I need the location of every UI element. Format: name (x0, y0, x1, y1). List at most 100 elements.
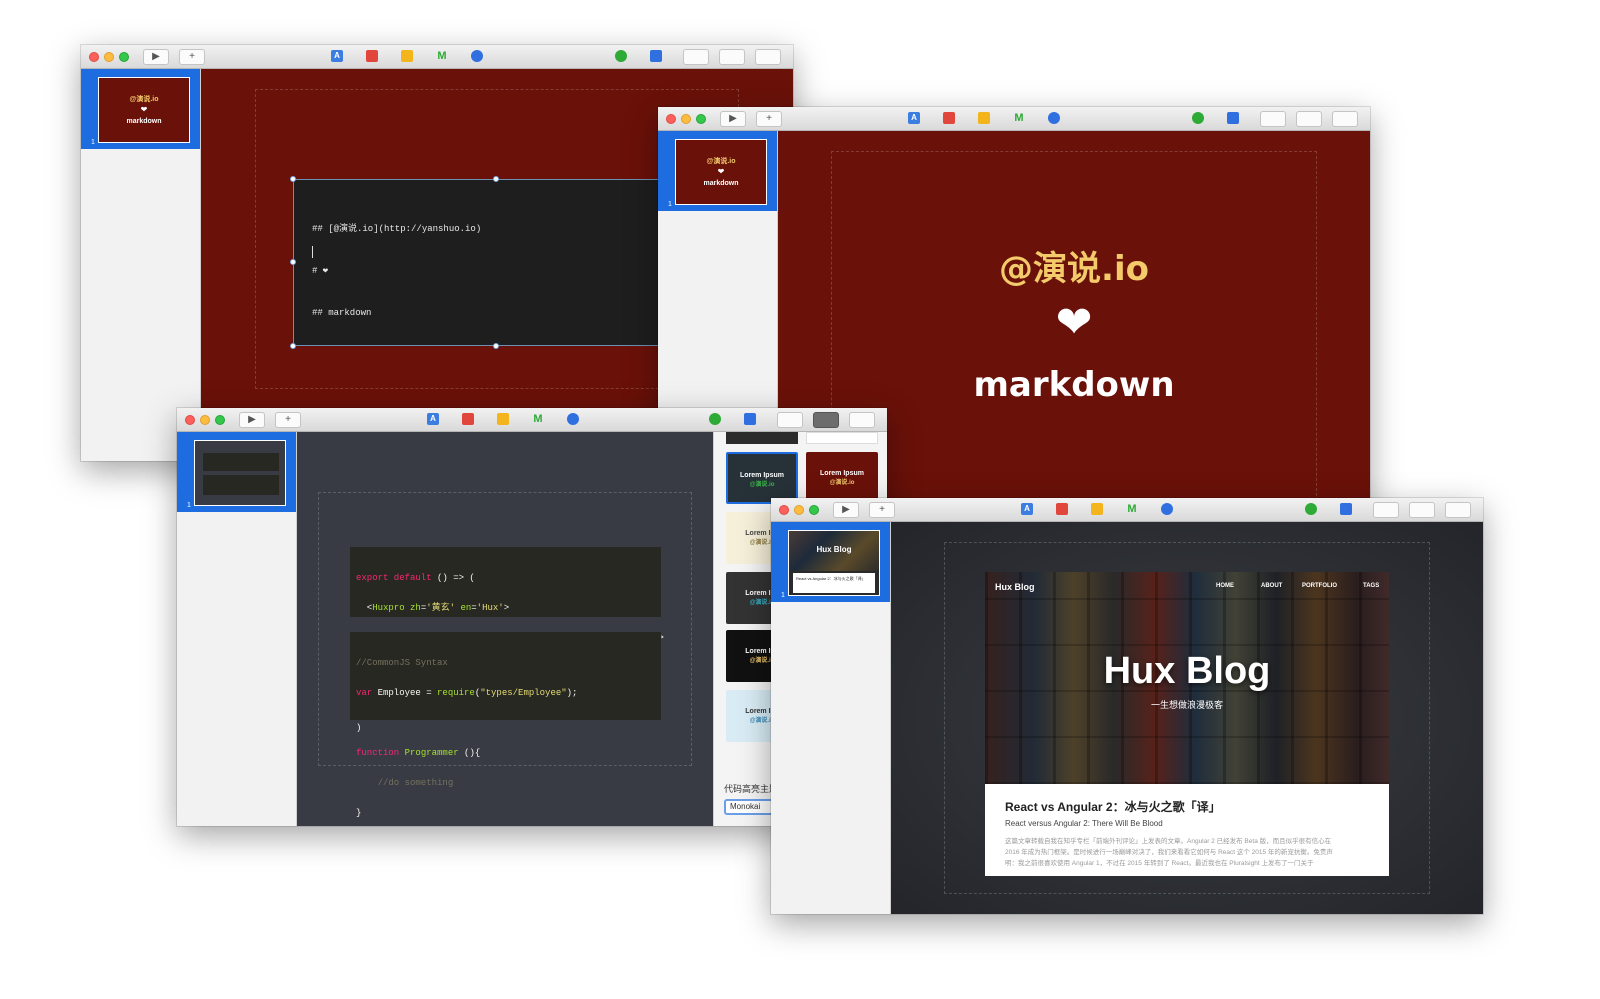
insert-text-icon[interactable]: A (1021, 503, 1033, 515)
duplicate-icon[interactable] (719, 49, 745, 65)
user-icon[interactable] (615, 50, 627, 62)
insert-shape-icon[interactable] (978, 112, 990, 124)
nav-about[interactable]: ABOUT (1261, 583, 1282, 589)
slide-title: @演说.io (999, 249, 1149, 289)
insert-link-icon[interactable] (1048, 112, 1060, 124)
minimize-button[interactable] (794, 505, 804, 515)
slide-thumb (194, 440, 286, 506)
insert-shape-icon[interactable] (497, 413, 509, 425)
titlebar: ▶ + A M (771, 498, 1483, 522)
insert-image-icon[interactable] (462, 413, 474, 425)
nav-home[interactable]: HOME (1216, 583, 1234, 589)
plus-icon: + (189, 51, 195, 62)
add-slide-button[interactable]: + (869, 502, 895, 518)
play-button[interactable]: ▶ (143, 49, 169, 65)
insert-markdown-icon[interactable]: M (1126, 503, 1138, 515)
close-button[interactable] (89, 52, 99, 62)
present-icon[interactable] (849, 412, 875, 428)
wrench-icon[interactable] (650, 50, 662, 62)
export-icon[interactable] (777, 412, 803, 428)
add-slide-button[interactable]: + (275, 412, 301, 428)
editor-content[interactable]: ## [@演说.io](http://yanshuo.io) # ❤ ## ma… (312, 194, 481, 348)
heart-icon: ❤ (1055, 298, 1093, 347)
theme-card[interactable]: Lorem Ipsum @演说.io (806, 452, 878, 504)
theme-card-partial[interactable] (806, 432, 878, 444)
user-icon[interactable] (1192, 112, 1204, 124)
zoom-button[interactable] (809, 505, 819, 515)
slide-sidebar: Hux Blog React vs Angular 2：冰与火之歌「译」 1 (771, 522, 891, 914)
nav-portfolio[interactable]: PORTFOLIO (1302, 583, 1337, 589)
insert-image-icon[interactable] (943, 112, 955, 124)
slide-thumb-selected[interactable]: 1 (177, 432, 296, 512)
play-button[interactable]: ▶ (239, 412, 265, 428)
wrench-icon[interactable] (744, 413, 756, 425)
post-title[interactable]: React vs Angular 2：冰与火之歌「译」 (1005, 798, 1221, 815)
resize-handle[interactable] (493, 176, 499, 182)
duplicate-icon[interactable] (813, 412, 839, 428)
insert-markdown-icon[interactable]: M (436, 50, 448, 62)
theme-card-sub: @演说.io (829, 480, 855, 486)
blog-brand[interactable]: Hux Blog (995, 582, 1035, 592)
nav-tags[interactable]: TAGS (1363, 583, 1379, 589)
insert-shape-icon[interactable] (1091, 503, 1103, 515)
wrench-icon[interactable] (1227, 112, 1239, 124)
resize-handle[interactable] (290, 176, 296, 182)
blog-screenshot[interactable]: Hux Blog HOME ABOUT PORTFOLIO TAGS Hux B… (985, 572, 1389, 876)
insert-link-icon[interactable] (471, 50, 483, 62)
zoom-button[interactable] (696, 114, 706, 124)
insert-markdown-icon[interactable]: M (1013, 112, 1025, 124)
present-icon[interactable] (1445, 502, 1471, 518)
export-icon[interactable] (1260, 111, 1286, 127)
close-button[interactable] (666, 114, 676, 124)
theme-card-partial[interactable] (726, 432, 798, 444)
add-slide-button[interactable]: + (179, 49, 205, 65)
slide-number: 1 (668, 201, 672, 208)
theme-card-sub: @演说.io (749, 482, 775, 488)
resize-handle[interactable] (290, 259, 296, 265)
export-icon[interactable] (683, 49, 709, 65)
code-block-commonjs[interactable]: //CommonJS Syntax var Employee = require… (350, 632, 661, 818)
slide-thumb-selected[interactable]: @演说.io ❤ markdown 1 (81, 69, 200, 149)
play-button[interactable]: ▶ (833, 502, 859, 518)
zoom-button[interactable] (119, 52, 129, 62)
present-icon[interactable] (755, 49, 781, 65)
user-icon[interactable] (1305, 503, 1317, 515)
theme-card-selected[interactable]: Lorem Ipsum @演说.io (726, 452, 798, 504)
zoom-button[interactable] (215, 415, 225, 425)
add-slide-button[interactable]: + (756, 111, 782, 127)
insert-link-icon[interactable] (1161, 503, 1173, 515)
slide-canvas[interactable]: Hux Blog HOME ABOUT PORTFOLIO TAGS Hux B… (891, 522, 1483, 914)
insert-link-icon[interactable] (567, 413, 579, 425)
slide-thumb: Hux Blog React vs Angular 2：冰与火之歌「译」 (788, 530, 880, 596)
wrench-icon[interactable] (1340, 503, 1352, 515)
resize-handle[interactable] (290, 343, 296, 349)
insert-markdown-icon[interactable]: M (532, 413, 544, 425)
code-line: //do something (356, 778, 454, 788)
slide-thumb-selected[interactable]: @演说.io ❤ markdown 1 (658, 131, 777, 211)
slide-subtitle: markdown (973, 365, 1175, 405)
duplicate-icon[interactable] (1296, 111, 1322, 127)
slide-canvas[interactable]: export default () => ( <Huxpro zh='黄玄' e… (297, 432, 713, 826)
insert-text-icon[interactable]: A (427, 413, 439, 425)
minimize-button[interactable] (681, 114, 691, 124)
slide-sidebar: @演说.io ❤ markdown 1 (81, 69, 201, 461)
close-button[interactable] (185, 415, 195, 425)
close-button[interactable] (779, 505, 789, 515)
play-button[interactable]: ▶ (720, 111, 746, 127)
export-icon[interactable] (1373, 502, 1399, 518)
present-icon[interactable] (1332, 111, 1358, 127)
play-icon: ▶ (842, 504, 850, 515)
insert-text-icon[interactable]: A (331, 50, 343, 62)
minimize-button[interactable] (104, 52, 114, 62)
code-line: function Programmer (){ (356, 748, 481, 758)
insert-text-icon[interactable]: A (908, 112, 920, 124)
slide-thumb-selected[interactable]: Hux Blog React vs Angular 2：冰与火之歌「译」 1 (771, 522, 890, 602)
minimize-button[interactable] (200, 415, 210, 425)
user-icon[interactable] (709, 413, 721, 425)
code-block-jsx[interactable]: export default () => ( <Huxpro zh='黄玄' e… (350, 547, 664, 733)
duplicate-icon[interactable] (1409, 502, 1435, 518)
resize-handle[interactable] (493, 343, 499, 349)
insert-image-icon[interactable] (366, 50, 378, 62)
insert-shape-icon[interactable] (401, 50, 413, 62)
insert-image-icon[interactable] (1056, 503, 1068, 515)
